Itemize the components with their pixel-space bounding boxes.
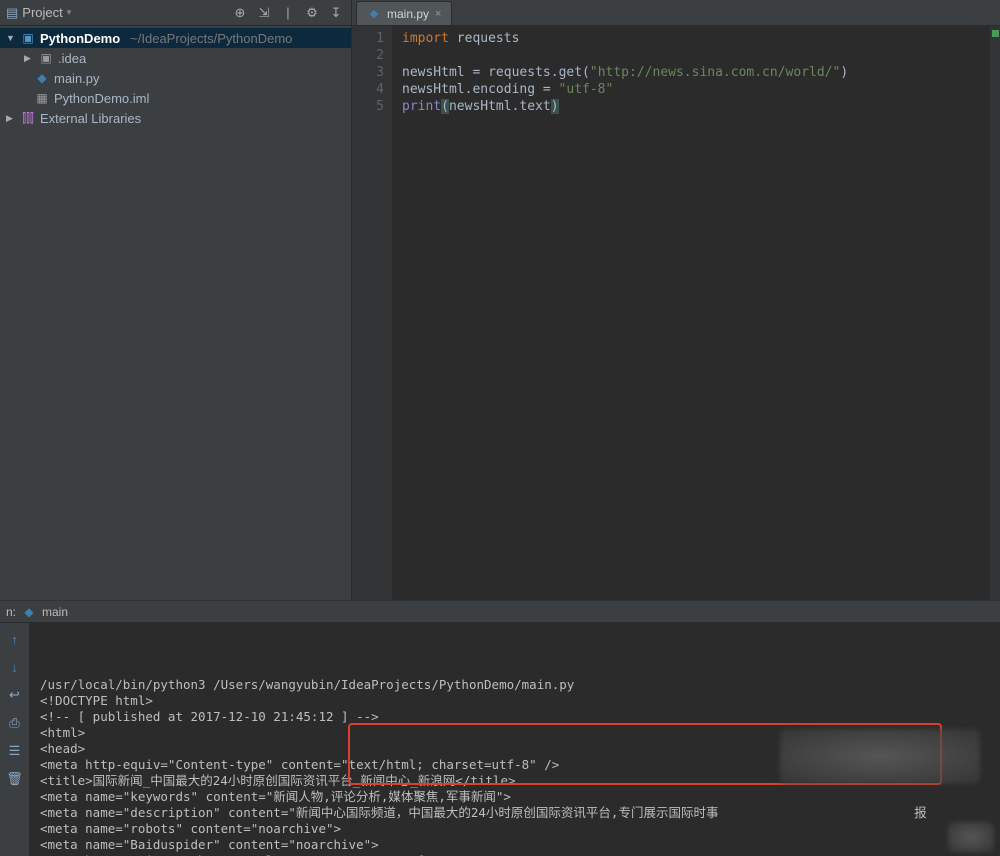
iml-file-icon: ▦ <box>34 90 50 106</box>
tree-item-mainpy[interactable]: ◆ main.py <box>0 68 351 88</box>
vbar-icon: | <box>279 4 297 22</box>
status-ok-marker <box>992 30 999 37</box>
target-icon[interactable]: ⊕ <box>231 4 249 22</box>
settings-arrow-icon[interactable]: ↧ <box>327 4 345 22</box>
editor-marker-bar[interactable] <box>990 26 1000 600</box>
filter-icon[interactable]: ☰ <box>5 741 25 761</box>
run-toolbar: ↑ ↓ ↩ ⎙ ☰ 🗑 <box>0 623 30 856</box>
python-file-icon: ◆ <box>22 605 36 619</box>
project-panel: ▤ Project ▾ ⊕ ⇲ | ⚙ ↧ ▼ ▣ PythonDemo ~/I… <box>0 0 352 600</box>
tree-item-idea[interactable]: ▶ ▣ .idea <box>0 48 351 68</box>
tab-label: main.py <box>387 7 429 21</box>
up-arrow-icon[interactable]: ↑ <box>5 629 25 649</box>
close-icon[interactable]: × <box>435 8 441 20</box>
project-panel-title[interactable]: ▤ Project ▾ <box>6 5 71 21</box>
code-editor[interactable]: 1 2 3 4 5 import requestsnewsHtml = requ… <box>352 26 1000 600</box>
python-file-icon: ◆ <box>367 7 381 21</box>
code-content[interactable]: import requestsnewsHtml = requests.get("… <box>392 26 1000 600</box>
wrap-icon[interactable]: ↩ <box>5 685 25 705</box>
collapse-icon[interactable]: ⇲ <box>255 4 273 22</box>
tree-item-iml[interactable]: ▦ PythonDemo.iml <box>0 88 351 108</box>
run-panel: n: ◆ main ↑ ↓ ↩ ⎙ ☰ 🗑 /usr/local/bin/pyt… <box>0 600 1000 856</box>
editor-area: ◆ main.py × 1 2 3 4 5 import requestsnew… <box>352 0 1000 600</box>
gear-icon[interactable]: ⚙ <box>303 4 321 22</box>
folder-icon: ▣ <box>38 50 54 66</box>
editor-gutter: 1 2 3 4 5 <box>352 26 392 600</box>
libraries-icon: ⫿⫿⫿ <box>20 110 36 126</box>
run-config-title: main <box>42 605 68 619</box>
folder-icon: ▣ <box>20 30 36 46</box>
print-icon[interactable]: ⎙ <box>5 713 25 733</box>
run-panel-header[interactable]: n: ◆ main <box>0 601 1000 623</box>
tab-mainpy[interactable]: ◆ main.py × <box>356 1 452 25</box>
run-title-prefix: n: <box>6 605 16 619</box>
project-tree[interactable]: ▼ ▣ PythonDemo ~/IdeaProjects/PythonDemo… <box>0 26 351 600</box>
tree-item-external-libs[interactable]: ▶ ⫿⫿⫿ External Libraries <box>0 108 351 128</box>
project-panel-header: ▤ Project ▾ ⊕ ⇲ | ⚙ ↧ <box>0 0 351 26</box>
down-arrow-icon[interactable]: ↓ <box>5 657 25 677</box>
tree-root[interactable]: ▼ ▣ PythonDemo ~/IdeaProjects/PythonDemo <box>0 28 351 48</box>
console-output[interactable]: /usr/local/bin/python3 /Users/wangyubin/… <box>30 623 1000 856</box>
python-file-icon: ◆ <box>34 70 50 86</box>
trash-icon[interactable]: 🗑 <box>5 769 25 789</box>
editor-tabbar: ◆ main.py × <box>352 0 1000 26</box>
